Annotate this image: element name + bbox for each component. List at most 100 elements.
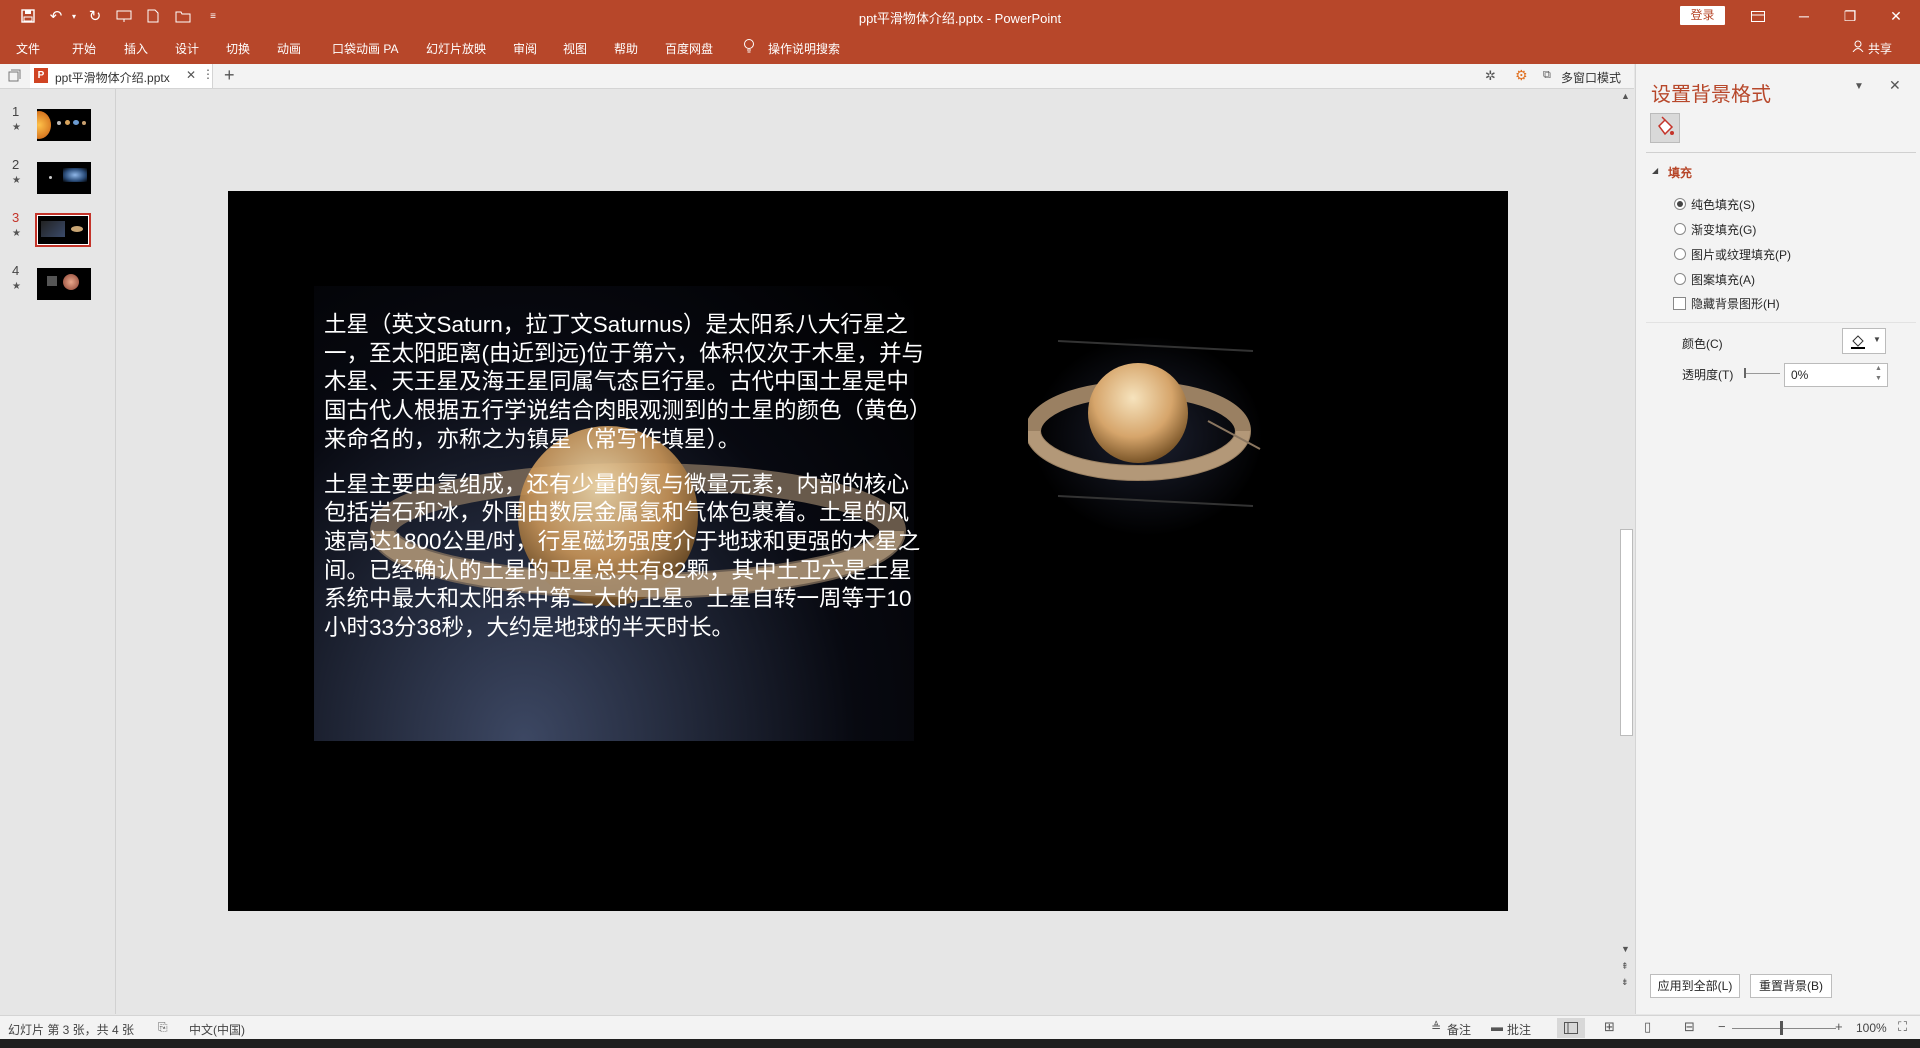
title-bar: ↶ ▾ ↻ ≡ ppt平滑物体介绍.pptx - PowerPoint 登录 ─… — [0, 0, 1920, 32]
pane-options-icon[interactable]: ▼ — [1854, 81, 1864, 92]
slide-text-box[interactable]: 土星（英文Saturn，拉丁文Saturnus）是太阳系八大行星之一，至太阳距离… — [324, 311, 924, 659]
reading-view-icon[interactable]: ▯ — [1644, 1019, 1651, 1035]
color-label: 颜色(C) — [1682, 337, 1723, 351]
document-title: ppt平滑物体介绍.pptx - PowerPoint — [858, 11, 1062, 26]
document-tab-active[interactable]: P ppt平滑物体介绍.pptx ✕ ⋮ — [30, 64, 214, 88]
slide-thumbnail-4[interactable] — [37, 268, 91, 300]
fill-category-icon[interactable] — [1650, 113, 1680, 143]
multiwindow-mode-button[interactable]: 多窗口模式 — [1561, 69, 1621, 86]
tab-pocket-animation[interactable]: 口袋动画 PA — [332, 40, 398, 57]
lightbulb-icon — [743, 38, 755, 57]
gradient-fill-label[interactable]: 渐变填充(G) — [1691, 221, 1756, 238]
ribbon-tabs: 文件 开始 插入 设计 切换 动画 口袋动画 PA 幻灯片放映 审阅 视图 帮助… — [0, 32, 1920, 64]
zoom-in-icon[interactable]: + — [1835, 1019, 1843, 1034]
radio-gradient-fill[interactable] — [1674, 223, 1686, 235]
comments-icon[interactable]: ▬ — [1491, 1020, 1503, 1034]
language-indicator[interactable]: 中文(中国) — [189, 1021, 245, 1038]
ribbon-display-options-icon[interactable] — [1735, 0, 1781, 32]
pattern-fill-label[interactable]: 图案填充(A) — [1691, 271, 1755, 288]
tab-home[interactable]: 开始 — [72, 40, 96, 57]
chevron-down-icon: ▼ — [1873, 335, 1881, 344]
powerpoint-file-icon: P — [34, 68, 48, 83]
hide-background-checkbox[interactable] — [1673, 297, 1686, 310]
tab-animations[interactable]: 动画 — [277, 40, 301, 57]
zoom-slider-thumb[interactable] — [1780, 1021, 1783, 1035]
tab-baidu-netdisk[interactable]: 百度网盘 — [665, 40, 713, 57]
transparency-slider-track[interactable] — [1744, 373, 1780, 374]
tab-slideshow[interactable]: 幻灯片放映 — [426, 40, 486, 57]
zoom-slider-track[interactable] — [1732, 1028, 1836, 1029]
thumbnail-number: 4 — [12, 263, 20, 278]
slide-canvas[interactable]: 土星（英文Saturn，拉丁文Saturnus）是太阳系八大行星之一，至太阳距离… — [228, 191, 1508, 911]
solid-fill-label[interactable]: 纯色填充(S) — [1691, 196, 1755, 213]
tab-more-icon[interactable]: ⋮ — [202, 67, 214, 81]
tab-view[interactable]: 视图 — [563, 40, 587, 57]
login-button[interactable]: 登录 — [1680, 6, 1725, 25]
slideshow-view-icon[interactable]: ⊟ — [1684, 1019, 1695, 1035]
settings-gear-icon[interactable]: ⚙ — [1515, 67, 1528, 84]
zoom-level[interactable]: 100% — [1856, 1021, 1887, 1035]
new-tab-icon[interactable]: + — [224, 65, 235, 86]
format-background-pane: 设置背景格式 ▼ ✕ ◢ 填充 纯色填充(S) 渐变填充(G) 图片或纹理填充(… — [1635, 64, 1920, 1014]
transparency-label: 透明度(T) — [1682, 368, 1734, 382]
tab-transitions[interactable]: 切换 — [226, 40, 250, 57]
slide-thumbnail-2[interactable] — [37, 162, 91, 194]
multiwindow-icon[interactable]: ⧉ — [1543, 69, 1551, 82]
color-picker-button[interactable]: ▼ — [1842, 328, 1886, 354]
vertical-scrollbar[interactable]: ▲ ▼ ⇞ ⇟ — [1618, 89, 1634, 1014]
tell-me-search[interactable]: 操作说明搜索 — [768, 40, 840, 57]
close-window-icon[interactable]: ✕ — [1873, 0, 1919, 32]
transparency-input[interactable]: 0% ▲ ▼ — [1784, 363, 1888, 387]
animation-star-icon: ★ — [12, 281, 21, 292]
spin-down-icon[interactable]: ▼ — [1875, 375, 1882, 382]
magic-icon[interactable]: ✲ — [1485, 68, 1496, 84]
comments-button[interactable]: 批注 — [1507, 1021, 1531, 1038]
fit-to-window-icon[interactable]: ⛶ — [1898, 1019, 1907, 1035]
normal-view-button[interactable] — [1557, 1018, 1585, 1038]
radio-picture-fill[interactable] — [1674, 248, 1686, 260]
zoom-out-icon[interactable]: − — [1718, 1019, 1726, 1034]
animation-star-icon: ★ — [12, 122, 21, 133]
slide-paragraph-2: 土星主要由氢组成，还有少量的氦与微量元素，内部的核心包括岩石和冰，外围由数层金属… — [324, 471, 921, 641]
scroll-up-icon[interactable]: ▲ — [1621, 91, 1630, 101]
tab-insert[interactable]: 插入 — [124, 40, 148, 57]
close-pane-icon[interactable]: ✕ — [1889, 77, 1901, 94]
accessibility-icon[interactable]: ⎘ — [158, 1020, 168, 1035]
restore-icon[interactable]: ❐ — [1827, 0, 1873, 32]
tab-file[interactable]: 文件 — [16, 40, 40, 57]
spin-up-icon[interactable]: ▲ — [1875, 365, 1882, 372]
slide-sorter-icon[interactable]: ⊞ — [1604, 1019, 1615, 1035]
hide-background-label[interactable]: 隐藏背景图形(H) — [1691, 295, 1780, 312]
reset-background-button[interactable]: 重置背景(B) — [1750, 974, 1832, 998]
picture-fill-label[interactable]: 图片或纹理填充(P) — [1691, 246, 1791, 263]
scrollbar-thumb[interactable] — [1620, 529, 1633, 736]
transparency-value: 0% — [1791, 368, 1809, 382]
minimize-icon[interactable]: ─ — [1781, 0, 1827, 32]
tab-review[interactable]: 审阅 — [513, 40, 537, 57]
slide-paragraph-1: 土星（英文Saturn，拉丁文Saturnus）是太阳系八大行星之一，至太阳距离… — [324, 312, 924, 452]
radio-solid-fill[interactable] — [1674, 198, 1686, 210]
tab-list-icon[interactable] — [8, 69, 21, 85]
slide-thumbnail-3[interactable] — [35, 213, 91, 247]
tab-help[interactable]: 帮助 — [614, 40, 638, 57]
radio-pattern-fill[interactable] — [1674, 273, 1686, 285]
taskbar-strip — [0, 1039, 1920, 1048]
share-icon[interactable] — [1852, 40, 1864, 55]
slide-count-text: 幻灯片 第 3 张，共 4 张 — [8, 1023, 135, 1037]
previous-slide-icon[interactable]: ⇞ — [1621, 961, 1629, 972]
tab-design[interactable]: 设计 — [175, 40, 199, 57]
notes-button[interactable]: 备注 — [1447, 1021, 1471, 1038]
share-button[interactable]: 共享 — [1868, 40, 1892, 57]
notes-icon[interactable]: ≜ — [1431, 1020, 1441, 1034]
saturn-small-image[interactable] — [1028, 331, 1268, 541]
scroll-down-icon[interactable]: ▼ — [1621, 944, 1630, 954]
thumbnail-number: 2 — [12, 157, 20, 172]
next-slide-icon[interactable]: ⇟ — [1621, 977, 1629, 988]
apply-to-all-button[interactable]: 应用到全部(L) — [1650, 974, 1740, 998]
transparency-slider-thumb[interactable] — [1744, 368, 1746, 378]
slide-thumbnail-1[interactable] — [37, 109, 91, 141]
animation-star-icon: ★ — [12, 228, 21, 239]
collapse-section-icon[interactable]: ◢ — [1652, 166, 1658, 175]
fill-section-header[interactable]: 填充 — [1668, 164, 1692, 181]
close-tab-icon[interactable]: ✕ — [186, 68, 196, 82]
